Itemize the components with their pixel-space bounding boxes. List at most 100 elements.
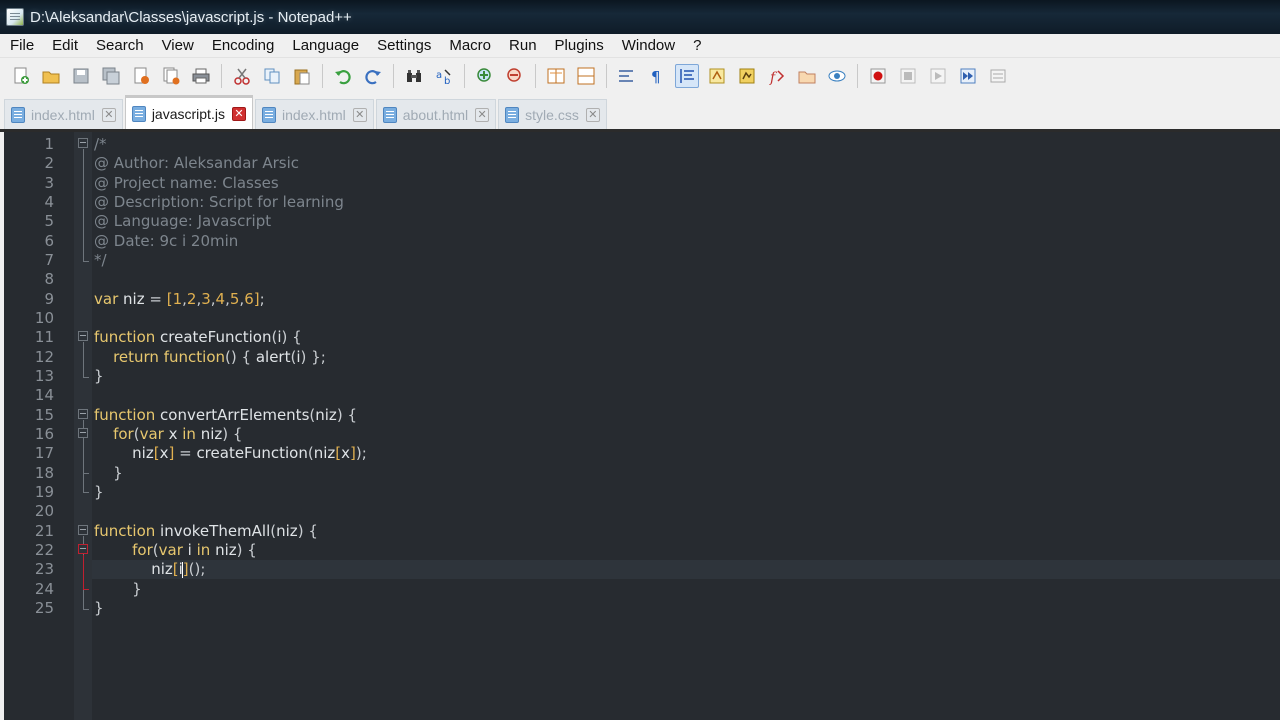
word-wrap-icon[interactable] [615, 64, 639, 88]
sync-horizontal-icon[interactable] [574, 64, 598, 88]
line-number: 5 [44, 212, 54, 230]
replace-icon[interactable]: ab [432, 64, 456, 88]
menu-language[interactable]: Language [283, 34, 368, 58]
close-tab-icon[interactable]: ✕ [231, 106, 246, 121]
menu-settings[interactable]: Settings [368, 34, 440, 58]
close-tab-icon[interactable]: ✕ [475, 107, 490, 122]
record-macro-icon[interactable] [866, 64, 890, 88]
run-macro-multiple-icon[interactable] [956, 64, 980, 88]
cut-icon[interactable] [230, 64, 254, 88]
svg-text:a: a [436, 70, 442, 81]
code-line: @ Project name: Classes [94, 174, 279, 192]
new-file-icon[interactable] [9, 64, 33, 88]
save-icon[interactable] [69, 64, 93, 88]
save-macro-icon[interactable] [986, 64, 1010, 88]
play-macro-icon[interactable] [926, 64, 950, 88]
code-editor[interactable]: 1 2 3 4 5 6 7 8 9 10 11 12 13 14 15 16 1… [0, 132, 1280, 720]
code-line: } [94, 483, 104, 501]
code-line: } [113, 464, 123, 482]
close-tab-icon[interactable]: ✕ [101, 107, 116, 122]
fold-guide [83, 609, 89, 610]
line-number: 3 [44, 174, 54, 192]
user-lang-icon[interactable] [705, 64, 729, 88]
folder-workspace-icon[interactable] [795, 64, 819, 88]
close-all-icon[interactable] [159, 64, 183, 88]
menu-plugins[interactable]: Plugins [546, 34, 613, 58]
menu-macro[interactable]: Macro [440, 34, 500, 58]
line-number: 21 [34, 522, 54, 540]
fold-toggle-icon[interactable] [78, 331, 88, 341]
tab-index-html-2[interactable]: index.html ✕ [254, 99, 374, 129]
menu-help[interactable]: ? [684, 34, 710, 58]
monitoring-icon[interactable] [825, 64, 849, 88]
code-line: for(var x in niz) { [113, 425, 243, 443]
code-line: @ Date: 9c i 20min [94, 232, 239, 250]
code-line: var niz = [1,2,3,4,5,6]; [94, 290, 265, 308]
menu-window[interactable]: Window [613, 34, 684, 58]
find-icon[interactable] [402, 64, 426, 88]
tab-label: style.css [525, 106, 579, 123]
tab-label: javascript.js [151, 105, 225, 122]
code-line: return function() { alert(i) }; [113, 348, 326, 366]
show-all-chars-icon[interactable]: ¶ [645, 64, 669, 88]
line-number-gutter: 1 2 3 4 5 6 7 8 9 10 11 12 13 14 15 16 1… [8, 132, 74, 720]
close-icon[interactable] [129, 64, 153, 88]
stop-record-icon[interactable] [896, 64, 920, 88]
line-number: 23 [34, 560, 54, 578]
line-number: 17 [34, 444, 54, 462]
code-line: niz[x] = createFunction(niz[x]); [94, 444, 367, 462]
menu-file[interactable]: File [0, 34, 43, 58]
print-icon[interactable] [189, 64, 213, 88]
line-number: 10 [34, 309, 54, 327]
file-icon [131, 105, 146, 122]
zoom-out-icon[interactable] [503, 64, 527, 88]
fold-guide [83, 149, 84, 261]
fold-guide [83, 261, 89, 262]
tab-label: about.html [402, 106, 469, 123]
fold-toggle-icon[interactable] [78, 138, 88, 148]
indent-guide-icon[interactable] [675, 64, 699, 88]
tab-index-html-1[interactable]: index.html ✕ [4, 99, 123, 129]
menu-run[interactable]: Run [500, 34, 546, 58]
svg-text:¶: ¶ [651, 68, 661, 85]
tab-javascript-js[interactable]: javascript.js ✕ [124, 95, 253, 129]
undo-icon[interactable] [331, 64, 355, 88]
zoom-in-icon[interactable] [473, 64, 497, 88]
line-number: 11 [34, 328, 54, 346]
line-number: 9 [44, 290, 54, 308]
menu-search[interactable]: Search [87, 34, 153, 58]
sync-vertical-icon[interactable] [544, 64, 568, 88]
code-line: niz[i](); [94, 560, 206, 578]
save-all-icon[interactable] [99, 64, 123, 88]
redo-icon[interactable] [361, 64, 385, 88]
toolbar-separator [322, 64, 323, 88]
fold-toggle-icon[interactable] [78, 525, 88, 535]
menu-encoding[interactable]: Encoding [203, 34, 284, 58]
tab-about-html[interactable]: about.html ✕ [375, 99, 497, 129]
code-line: } [132, 580, 142, 598]
function-list-icon[interactable]: f [765, 64, 789, 88]
paste-icon[interactable] [290, 64, 314, 88]
doc-map-icon[interactable] [735, 64, 759, 88]
code-line: function convertArrElements(niz) { [94, 406, 357, 424]
menu-view[interactable]: View [153, 34, 203, 58]
toolbar-separator [606, 64, 607, 88]
file-icon [261, 106, 276, 123]
fold-toggle-icon[interactable] [78, 544, 88, 554]
fold-toggle-icon[interactable] [78, 428, 88, 438]
close-tab-icon[interactable]: ✕ [585, 107, 600, 122]
line-number: 15 [34, 406, 54, 424]
code-line: } [94, 599, 104, 617]
menu-edit[interactable]: Edit [43, 34, 87, 58]
tab-style-css[interactable]: style.css ✕ [498, 99, 607, 129]
line-number: 20 [34, 502, 54, 520]
code-line: function invokeThemAll(niz) { [94, 522, 318, 540]
code-line: for(var i in niz) { [132, 541, 257, 559]
copy-icon[interactable] [260, 64, 284, 88]
file-icon [382, 106, 397, 123]
open-file-icon[interactable] [39, 64, 63, 88]
window-title: D:\Aleksandar\Classes\javascript.js - No… [30, 8, 352, 26]
line-number: 18 [34, 464, 54, 482]
fold-toggle-icon[interactable] [78, 409, 88, 419]
close-tab-icon[interactable]: ✕ [352, 107, 367, 122]
